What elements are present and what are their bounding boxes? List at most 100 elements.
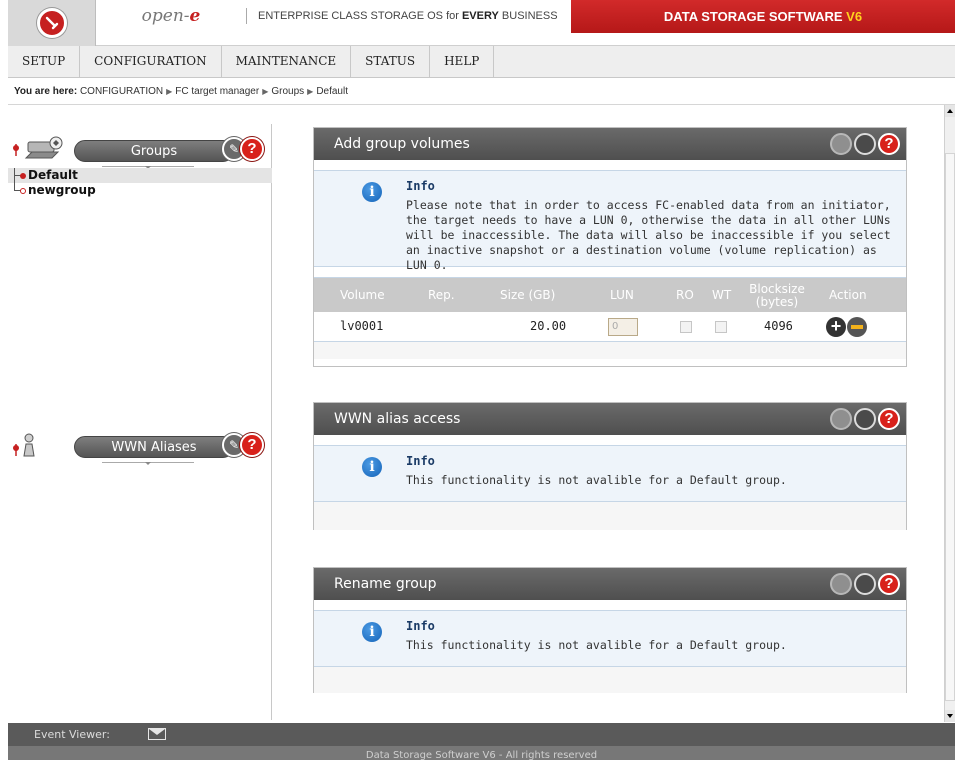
settings-icon[interactable] <box>830 573 852 595</box>
section-title: WWN alias access <box>334 411 461 427</box>
breadcrumb-item[interactable]: FC target manager <box>175 86 259 97</box>
cell-blocksize: 4096 <box>764 319 793 333</box>
breadcrumb-divider <box>8 104 955 105</box>
info-icon: i <box>362 622 382 642</box>
groups-title: Groups <box>74 140 234 162</box>
tree-item-label: Default <box>28 168 78 182</box>
col-lun: LUN <box>610 288 634 302</box>
help-icon[interactable]: ? <box>240 137 264 161</box>
breadcrumb: You are here: CONFIGURATION ▶ FC target ma… <box>8 82 348 102</box>
col-wt: WT <box>712 288 732 302</box>
menu-maintenance[interactable]: MAINTENANCE <box>222 46 352 77</box>
breadcrumb-prefix: You are here: <box>14 86 78 97</box>
info-box: i Info Please note that in order to acce… <box>314 171 906 272</box>
breadcrumb-arrow-icon: ▶ <box>262 87 269 96</box>
col-volume: Volume <box>340 288 385 302</box>
col-action: Action <box>829 288 867 302</box>
section-footer <box>314 342 906 359</box>
lun-input[interactable]: 0 <box>608 318 638 336</box>
add-volume-icon[interactable]: + <box>826 317 846 337</box>
breadcrumb-arrow-icon: ▶ <box>166 87 173 96</box>
menu-status[interactable]: STATUS <box>351 46 431 77</box>
section-header: Add group volumes ? <box>314 128 906 160</box>
section-footer <box>314 667 906 693</box>
section-controls: ? <box>830 133 900 155</box>
header-tagline: ENTERPRISE CLASS STORAGE OS for EVERY BU… <box>258 10 558 22</box>
main-menu: SETUP CONFIGURATION MAINTENANCE STATUS H… <box>8 46 955 78</box>
breadcrumb-arrow-icon: ▶ <box>307 87 314 96</box>
info-title: Info <box>406 179 435 193</box>
wwn-tools: ✎ ? <box>222 433 264 457</box>
info-title: Info <box>406 454 435 468</box>
section-controls: ? <box>830 408 900 430</box>
info-title: Info <box>406 619 435 633</box>
groups-panel-header: Groups ✎ ? <box>8 130 272 170</box>
section-spacer <box>314 160 906 171</box>
section-header: WWN alias access ? <box>314 403 906 435</box>
settings-icon[interactable] <box>830 408 852 430</box>
refresh-icon[interactable] <box>854 133 876 155</box>
menu-configuration[interactable]: CONFIGURATION <box>80 46 222 77</box>
scroll-up-icon[interactable] <box>945 105 955 117</box>
section-title: Add group volumes <box>334 136 470 152</box>
scroll-thumb[interactable] <box>945 153 955 701</box>
help-icon[interactable]: ? <box>878 408 900 430</box>
help-icon[interactable]: ? <box>878 573 900 595</box>
fc-groups-icon <box>12 134 66 164</box>
section-spacer <box>314 435 906 446</box>
refresh-icon[interactable] <box>854 573 876 595</box>
panel-collapse-handle[interactable] <box>102 462 194 465</box>
open-e-logo-icon <box>37 8 67 38</box>
info-box: i Info This functionality is not avalibl… <box>314 446 906 502</box>
breadcrumb-item: Default <box>316 86 348 97</box>
event-viewer-label: Event Viewer: <box>34 728 110 741</box>
section-header: Rename group ? <box>314 568 906 600</box>
breadcrumb-item[interactable]: Groups <box>271 86 304 97</box>
cell-size: 20.00 <box>530 319 567 333</box>
bullet-icon <box>20 188 26 194</box>
add-group-volumes-section: Add group volumes ? i Info Please note t… <box>313 127 907 367</box>
tree-item-label: newgroup <box>28 183 96 197</box>
col-blocksize: Blocksize (bytes) <box>742 283 812 309</box>
groups-tree: Default newgroup <box>8 168 272 198</box>
rename-group-section: Rename group ? i Info This functionality… <box>313 567 907 693</box>
col-ro: RO <box>676 288 694 302</box>
menu-help[interactable]: HELP <box>430 46 495 77</box>
left-panel: Groups ✎ ? Default newgroup WWN Aliases … <box>8 124 272 720</box>
bullet-icon <box>20 173 26 179</box>
wwn-aliases-title: WWN Aliases <box>74 436 234 458</box>
wwn-panel-header: WWN Aliases ✎ ? <box>8 426 272 466</box>
tree-item-default[interactable]: Default <box>8 168 272 183</box>
scroll-down-icon[interactable] <box>945 710 955 722</box>
col-size: Size (GB) <box>500 288 556 302</box>
wt-checkbox[interactable] <box>715 321 727 333</box>
vertical-scrollbar[interactable] <box>944 105 955 722</box>
info-text: This functionality is not avalible for a… <box>406 638 787 652</box>
section-spacer <box>314 600 906 611</box>
groups-tools: ✎ ? <box>222 137 264 161</box>
col-blocksize-line1: Blocksize <box>749 282 805 296</box>
panel-collapse-handle[interactable] <box>102 166 194 169</box>
refresh-icon[interactable] <box>854 408 876 430</box>
wwn-aliases-icon <box>12 430 66 460</box>
cell-volume: lv0001 <box>340 319 384 333</box>
app-window: open-e ENTERPRISE CLASS STORAGE OS for E… <box>0 0 955 760</box>
remove-volume-icon[interactable] <box>847 317 867 337</box>
menu-setup[interactable]: SETUP <box>8 46 81 77</box>
ro-checkbox[interactable] <box>680 321 692 333</box>
col-rep: Rep. <box>428 288 455 302</box>
header-bar: open-e ENTERPRISE CLASS STORAGE OS for E… <box>8 0 955 46</box>
tree-item-newgroup[interactable]: newgroup <box>8 183 272 198</box>
info-icon: i <box>362 457 382 477</box>
table-row: lv0001 20.00 0 4096 + <box>314 312 906 342</box>
info-box: i Info This functionality is not avalibl… <box>314 611 906 667</box>
section-controls: ? <box>830 573 900 595</box>
settings-icon[interactable] <box>830 133 852 155</box>
section-title: Rename group <box>334 576 437 592</box>
help-icon[interactable]: ? <box>240 433 264 457</box>
envelope-icon[interactable] <box>148 728 166 740</box>
help-icon[interactable]: ? <box>878 133 900 155</box>
logo-tile[interactable] <box>8 0 96 46</box>
table-header: Volume Rep. Size (GB) LUN RO WT Blocksiz… <box>314 278 906 312</box>
breadcrumb-item[interactable]: CONFIGURATION <box>80 86 163 97</box>
